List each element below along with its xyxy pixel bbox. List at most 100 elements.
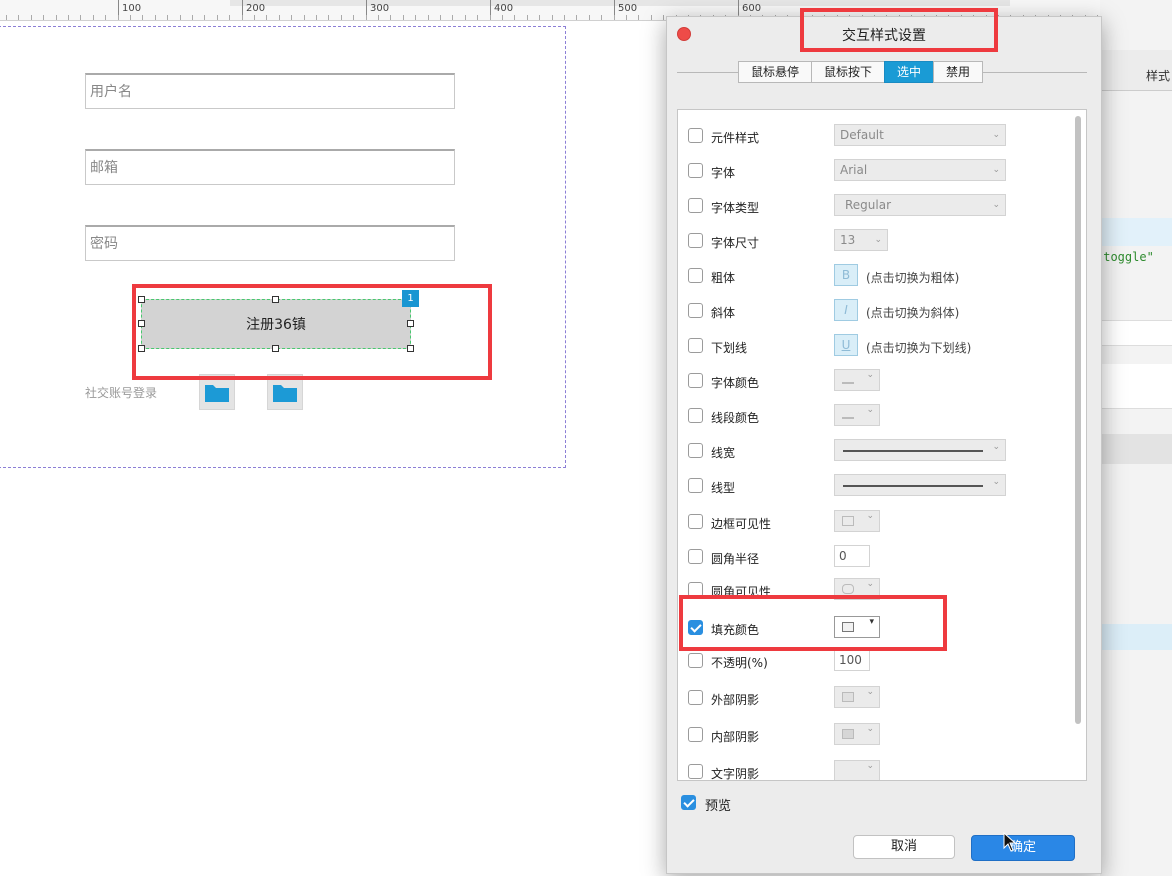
interaction-badge[interactable]: 1: [402, 290, 419, 307]
corner-radius-checkbox[interactable]: [688, 549, 703, 564]
ruler-minor-tick: [117, 15, 119, 20]
ruler-minor-tick: [402, 15, 404, 20]
fill-color-checkbox[interactable]: [688, 620, 703, 635]
property-row-italic: 斜体 I (点击切换为斜体): [678, 297, 1068, 327]
border-visible-checkbox[interactable]: [688, 514, 703, 529]
resize-handle[interactable]: [407, 320, 414, 327]
italic-checkbox[interactable]: [688, 303, 703, 318]
font-color-picker[interactable]: ⌄: [834, 369, 880, 391]
opacity-input[interactable]: 100: [834, 649, 870, 671]
corner-visible-checkbox[interactable]: [688, 582, 703, 597]
social-login-image-2[interactable]: [267, 374, 303, 410]
ruler-minor-tick: [365, 15, 367, 20]
underline-icon: U: [841, 338, 851, 352]
text-shadow-checkbox[interactable]: [688, 764, 703, 779]
ruler-minor-tick: [340, 15, 342, 20]
email-field[interactable]: [85, 149, 462, 185]
username-field[interactable]: [85, 73, 462, 109]
outer-shadow-icon: [842, 692, 854, 702]
dropdown-caret-icon: ⌄: [866, 370, 874, 380]
fill-color-picker[interactable]: ▾: [834, 616, 880, 638]
tab-selected[interactable]: 选中: [884, 61, 935, 83]
line-width-checkbox[interactable]: [688, 443, 703, 458]
inner-shadow-icon: [842, 729, 854, 739]
outer-shadow-picker[interactable]: ⌄: [834, 686, 880, 708]
font-type-select[interactable]: Regular ⌄: [834, 194, 1006, 216]
bold-label: 粗体: [711, 271, 736, 285]
line-color-checkbox[interactable]: [688, 408, 703, 423]
inner-shadow-checkbox[interactable]: [688, 727, 703, 742]
font-checkbox[interactable]: [688, 163, 703, 178]
social-login-image-1[interactable]: [199, 374, 235, 410]
font-color-checkbox[interactable]: [688, 373, 703, 388]
password-field[interactable]: [85, 225, 462, 261]
font-color-icon: [842, 375, 854, 384]
cancel-button[interactable]: 取消: [853, 835, 955, 859]
line-color-picker[interactable]: ⌄: [834, 404, 880, 426]
corner-icon: [842, 584, 854, 594]
username-input[interactable]: [86, 75, 462, 108]
line-type-checkbox[interactable]: [688, 478, 703, 493]
ruler-minor-tick: [415, 15, 417, 20]
tab-mouse-hover[interactable]: 鼠标悬停: [738, 61, 813, 83]
underline-toggle-button[interactable]: U: [834, 334, 858, 356]
font-type-checkbox[interactable]: [688, 198, 703, 213]
dropdown-caret-icon: ⌄: [866, 579, 874, 589]
ruler-minor-tick: [626, 15, 627, 20]
font-size-checkbox[interactable]: [688, 233, 703, 248]
resize-handle[interactable]: [272, 345, 279, 352]
italic-toggle-button[interactable]: I: [834, 299, 858, 321]
corner-visible-picker[interactable]: ⌄: [834, 578, 880, 600]
resize-handle[interactable]: [138, 345, 145, 352]
element-style-value: Default: [840, 128, 884, 142]
opacity-checkbox[interactable]: [688, 653, 703, 668]
bold-checkbox[interactable]: [688, 268, 703, 283]
ok-button[interactable]: 确定: [971, 835, 1075, 861]
bold-toggle-button[interactable]: B: [834, 264, 858, 286]
ruler-minor-tick: [278, 15, 280, 20]
underline-checkbox[interactable]: [688, 338, 703, 353]
ruler-minor-tick: [663, 15, 665, 20]
tab-mouse-down[interactable]: 鼠标按下: [811, 61, 886, 83]
badge-number: 1: [407, 293, 414, 304]
ruler-minor-tick: [179, 15, 181, 20]
line-color-icon: [842, 410, 854, 419]
line-color-label: 线段颜色: [711, 411, 760, 425]
resize-handle[interactable]: [407, 345, 414, 352]
property-row-underline: 下划线 U (点击切换为下划线): [678, 332, 1068, 362]
ruler-minor-tick: [502, 15, 503, 20]
dropdown-caret-icon: ⌄: [866, 405, 874, 415]
dropdown-caret-icon: ⌄: [866, 761, 874, 771]
ruler-minor-tick: [440, 15, 441, 20]
style-tab-label[interactable]: 样式: [1146, 67, 1170, 84]
resize-handle[interactable]: [272, 296, 279, 303]
outer-shadow-checkbox[interactable]: [688, 690, 703, 705]
property-row-line-width: 线宽 ⌄: [678, 437, 1068, 467]
line-type-select[interactable]: ⌄: [834, 474, 1006, 496]
text-shadow-picker[interactable]: ⌄: [834, 760, 880, 780]
dropdown-caret-icon: ⌄: [866, 511, 874, 521]
corner-radius-input[interactable]: 0: [834, 545, 870, 567]
preview-checkbox[interactable]: [681, 795, 696, 810]
tab-disabled[interactable]: 禁用: [933, 61, 984, 83]
element-style-select[interactable]: Default ⌄: [834, 124, 1006, 146]
register-button[interactable]: 注册36镇: [141, 299, 411, 349]
scrollbar[interactable]: [1075, 116, 1081, 724]
font-color-label: 字体颜色: [711, 376, 760, 390]
font-select[interactable]: Arial ⌄: [834, 159, 1006, 181]
ruler-minor-tick: [526, 15, 528, 20]
fill-color-swatch-icon: [842, 622, 854, 632]
email-input[interactable]: [86, 151, 462, 184]
register-button-label: 注册36镇: [246, 317, 306, 333]
resize-handle[interactable]: [138, 296, 145, 303]
border-visible-picker[interactable]: ⌄: [834, 510, 880, 532]
inner-shadow-picker[interactable]: ⌄: [834, 723, 880, 745]
element-style-checkbox[interactable]: [688, 128, 703, 143]
line-width-select[interactable]: ⌄: [834, 439, 1006, 461]
ruler-minor-tick: [514, 15, 516, 20]
inspector-row-highlight: [1100, 218, 1172, 246]
resize-handle[interactable]: [138, 320, 145, 327]
password-input[interactable]: [86, 227, 462, 260]
inspector-field: [1100, 364, 1172, 409]
font-size-select[interactable]: 13 ⌄: [834, 229, 888, 251]
